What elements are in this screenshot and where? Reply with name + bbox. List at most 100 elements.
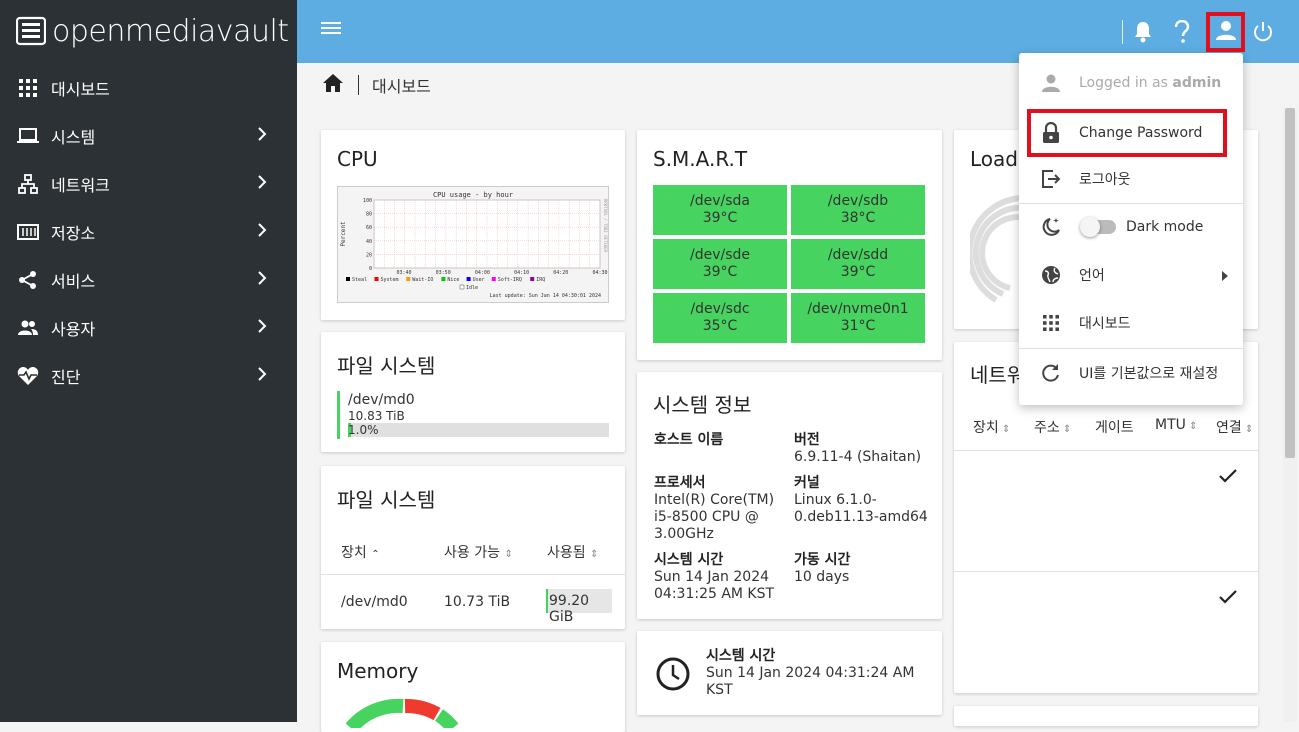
smart-disk-tile[interactable]: /dev/sdb 38°C [791, 185, 925, 235]
system-info-card: 시스템 정보 호스트 이름 버전 6.9.11-4 (Shaitan) 프로세서… [637, 372, 942, 619]
sidebar-item-dashboard[interactable]: 대시보드 [0, 64, 297, 112]
legend-swatch [374, 277, 379, 281]
user-dropdown-menu: Logged in as admin Change Password 로그아웃 … [1019, 53, 1243, 405]
x-tick-label: 03:50 [436, 270, 451, 276]
systime-line: 04:31:25 AM KST [654, 586, 775, 602]
reset-ui-item[interactable]: UI를 기본값으로 재설정 [1019, 349, 1243, 397]
fs-usage-bar: 1.0% [348, 423, 609, 437]
sort-icon: ⇕ [1185, 421, 1198, 432]
col-header-link[interactable]: 연결 ⇕ [1216, 417, 1253, 437]
sidebar-item-system[interactable]: 시스템 [0, 112, 297, 160]
breadcrumb-divider [358, 75, 359, 95]
laptop-icon [17, 125, 39, 147]
clock-card: 시스템 시간 Sun 14 Jan 2024 04:31:24 AM KST [637, 631, 942, 715]
power-icon[interactable] [1249, 18, 1277, 46]
sidebar-item-label: 시스템 [51, 128, 96, 147]
systime-label: 시스템 시간 [654, 552, 724, 568]
help-icon[interactable] [1168, 18, 1196, 46]
x-tick-label: 04:20 [553, 270, 568, 276]
dark-mode-item[interactable]: Dark mode [1019, 203, 1243, 251]
processor-line: i5-8500 CPU @ [654, 509, 759, 525]
sidebar-item-users[interactable]: 사용자 [0, 304, 297, 352]
header-label: MTU [1155, 417, 1186, 433]
chevron-right-icon [257, 174, 267, 194]
sidebar-item-network[interactable]: 네트워크 [0, 160, 297, 208]
table-divider [321, 574, 625, 575]
smart-disk-tile[interactable]: /dev/sde 39°C [653, 239, 787, 289]
user-menu-button[interactable] [1206, 12, 1245, 52]
kernel-label: 커널 [794, 475, 820, 491]
sort-icon: ⇕ [1059, 424, 1072, 435]
dashboard-item[interactable]: 대시보드 [1019, 299, 1243, 347]
smart-disk-tile[interactable]: /dev/nvme0n1 31°C [791, 293, 925, 343]
sort-icon: ⇕ [504, 549, 513, 560]
sidebar-item-storage[interactable]: 저장소 [0, 208, 297, 256]
legend-label: Steal [352, 277, 367, 283]
change-password-item[interactable]: Change Password [1027, 109, 1227, 157]
header-label: 사용 가능 [444, 545, 500, 561]
sidebar-item-services[interactable]: 서비스 [0, 256, 297, 304]
smart-disk-tile[interactable]: /dev/sdc 35°C [653, 293, 787, 343]
network-icon [17, 173, 39, 195]
cpu-graph: CPU usage - by hour Percent RRDTOOL / TOBI… [337, 186, 609, 303]
bell-icon[interactable] [1129, 18, 1157, 46]
sort-icon: ⇕ [998, 424, 1011, 435]
toolbar-divider [1122, 20, 1123, 44]
status-indicator [337, 391, 340, 439]
cell-available: 10.73 TiB [444, 594, 511, 610]
chevron-right-icon [257, 270, 267, 290]
filesystem-table-title: 파일 시스템 [337, 488, 436, 512]
col-header-mtu[interactable]: MTU ⇕ [1155, 417, 1197, 433]
legend-label: Idle [466, 285, 478, 291]
uptime-field: 가동 시간 10 days [794, 552, 850, 586]
change-password-label: Change Password [1079, 125, 1203, 141]
sort-asc-icon: ⌃ [371, 549, 380, 560]
breadcrumb-current: 대시보드 [372, 77, 431, 96]
header-label: 사용됨 [547, 545, 586, 561]
uptime-value: 10 days [794, 569, 850, 585]
page-scrollbar[interactable] [1283, 108, 1297, 722]
app-logo[interactable]: openmediavault [16, 13, 289, 49]
smart-disk-tile[interactable]: /dev/sda 39°C [653, 185, 787, 235]
col-header-address[interactable]: 주소 ⇕ [1034, 417, 1071, 437]
language-item[interactable]: 언어 [1019, 251, 1243, 299]
col-header-used[interactable]: 사용됨 ⇕ [547, 542, 598, 562]
network-title: 네트워 [970, 363, 1026, 387]
table-divider [954, 450, 1258, 451]
legend-swatch [406, 277, 411, 281]
filesystem-card: 파일 시스템 /dev/md0 10.83 TiB 1.0% [321, 332, 625, 452]
sidebar-item-label: 저장소 [51, 224, 96, 243]
hostname-label: 호스트 이름 [654, 432, 724, 448]
sort-icon: ⇕ [590, 549, 599, 560]
cpu-card: CPU CPU usage - by hour Percent RRDTOOL / … [321, 130, 625, 320]
legend-label: IRQ [536, 277, 545, 283]
extra-card [954, 706, 1258, 726]
legend-swatch [459, 284, 465, 290]
legend-label: System [381, 277, 399, 283]
disk-temp: 35°C [702, 318, 738, 334]
dark-mode-toggle[interactable] [1080, 217, 1116, 237]
disk-name: /dev/sda [690, 193, 750, 209]
hamburger-menu-icon[interactable] [321, 20, 341, 40]
sidebar-item-diagnostics[interactable]: 진단 [0, 352, 297, 400]
disk-name: /dev/sdb [827, 193, 889, 209]
col-header-gateway[interactable]: 게이트 [1095, 417, 1134, 437]
home-icon[interactable] [322, 73, 344, 97]
logo-text: openmediavault [52, 13, 289, 49]
scrollbar-thumb[interactable] [1285, 108, 1295, 458]
col-header-available[interactable]: 사용 가능 ⇕ [444, 542, 513, 562]
graph-side-label: RRDTOOL / TOBI OETIKER [603, 199, 608, 253]
version-label: 버전 [794, 432, 820, 448]
col-header-device[interactable]: 장치 ⌃ [341, 542, 380, 562]
logged-in-username: admin [1172, 75, 1222, 91]
smart-card: S.M.A.R.T /dev/sda 39°C /dev/sdb 38°C /dev… [637, 130, 942, 360]
logout-item[interactable]: 로그아웃 [1019, 155, 1243, 203]
legend-label: User [473, 277, 485, 283]
col-header-device[interactable]: 장치 ⇕ [973, 417, 1010, 437]
filesystem-title: 파일 시스템 [337, 354, 436, 378]
header-label: 장치 [341, 545, 367, 561]
sidebar-item-label: 네트워크 [51, 176, 110, 195]
smart-disk-tile[interactable]: /dev/sdd 39°C [791, 239, 925, 289]
legend-label: Soft-IRQ [498, 277, 522, 283]
memory-donut [345, 698, 459, 728]
